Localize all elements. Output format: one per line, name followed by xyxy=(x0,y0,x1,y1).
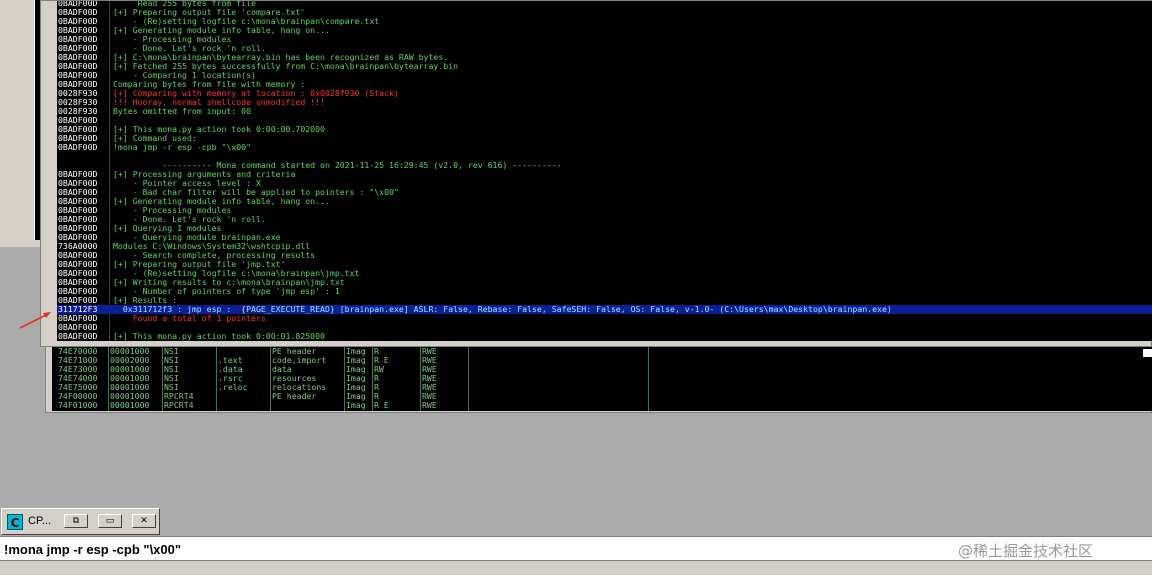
log-line-address: 0BADF00D xyxy=(58,142,98,152)
log-line-address: 0BADF00D xyxy=(58,331,98,341)
log-line[interactable]: 0BADF00D !mona jmp -r esp -cpb "\x00" xyxy=(57,143,1152,152)
restore-button[interactable]: ⧉ xyxy=(64,514,88,528)
status-bar xyxy=(0,561,1152,575)
log-line[interactable]: 0BADF00D [+] This mona.py action took 0:0… xyxy=(57,332,1152,341)
watermark: @稀土掘金技术社区 xyxy=(958,542,1094,560)
command-bar: @稀土掘金技术社区 xyxy=(0,536,1152,561)
log-window[interactable]: 0BADF00D Read 255 bytes from file 0BADF00… xyxy=(40,0,1152,347)
memory-map-cell-section: .reloc xyxy=(218,382,248,392)
close-button[interactable]: ✕ xyxy=(132,514,156,528)
memory-map-column-separator xyxy=(108,343,109,411)
memory-map-scrollbar-thumb[interactable] xyxy=(1143,349,1152,357)
memory-map-window[interactable]: 74E5000000001000KERNELBA.relocrelocation… xyxy=(45,340,1152,413)
log-line-message: [+] This mona.py action took 0:00:01.825… xyxy=(113,331,325,341)
log-line[interactable]: 0BADF00D Found a total of 1 pointers xyxy=(57,314,1152,323)
memory-map-cell-owner: RPCRT4 xyxy=(164,400,194,410)
memory-map-cell-access: R E xyxy=(374,400,389,410)
log-line-message: !mona jmp -r esp -cpb "\x00" xyxy=(113,142,252,152)
memory-map-column-separator xyxy=(162,343,163,411)
log-line[interactable]: 0BADF00D [+] This mona.py action took 0:0… xyxy=(57,125,1152,134)
memory-map-column-separator xyxy=(648,343,649,411)
memory-map-table[interactable]: 74E5000000001000KERNELBA.relocrelocation… xyxy=(52,343,1152,411)
log-output[interactable]: 0BADF00D Read 255 bytes from file 0BADF00… xyxy=(57,1,1152,341)
memory-map-cell-type: Imag xyxy=(346,400,366,410)
memory-map-cell-initial: RWE xyxy=(422,400,437,410)
cpu-window-icon: C xyxy=(7,514,23,530)
memory-map-column-separator xyxy=(270,343,271,411)
memory-map-column-separator xyxy=(420,343,421,411)
red-arrow-icon xyxy=(19,312,51,329)
memory-map-cell-size: 00001000 xyxy=(110,400,150,410)
memory-map-cell-contains: PE header xyxy=(272,391,317,401)
log-line[interactable]: 0BADF00D - Number of pointers of type 'j… xyxy=(57,287,1152,296)
cpu-window-label: CP... xyxy=(28,515,52,527)
memory-map-column-separator xyxy=(216,343,217,411)
log-line[interactable]: 0028F930 Bytes omitted from input: 00 xyxy=(57,107,1152,116)
command-input[interactable] xyxy=(4,540,944,558)
memory-map-cell-address: 74F01000 xyxy=(58,400,98,410)
memory-map-column-separator xyxy=(468,343,469,411)
cpu-window-taskbar-button[interactable]: C CP... ⧉ ▭ ✕ xyxy=(1,508,160,535)
memory-map-column-separator xyxy=(372,343,373,411)
log-line[interactable]: 0BADF00D - Done. Let's rock 'n roll. xyxy=(57,215,1152,224)
log-line-message: Found a total of 1 pointers xyxy=(113,313,266,323)
log-line-message: Bytes omitted from input: 00 xyxy=(113,106,252,116)
memory-map-column-separator xyxy=(344,343,345,411)
maximize-button[interactable]: ▭ xyxy=(98,514,122,528)
